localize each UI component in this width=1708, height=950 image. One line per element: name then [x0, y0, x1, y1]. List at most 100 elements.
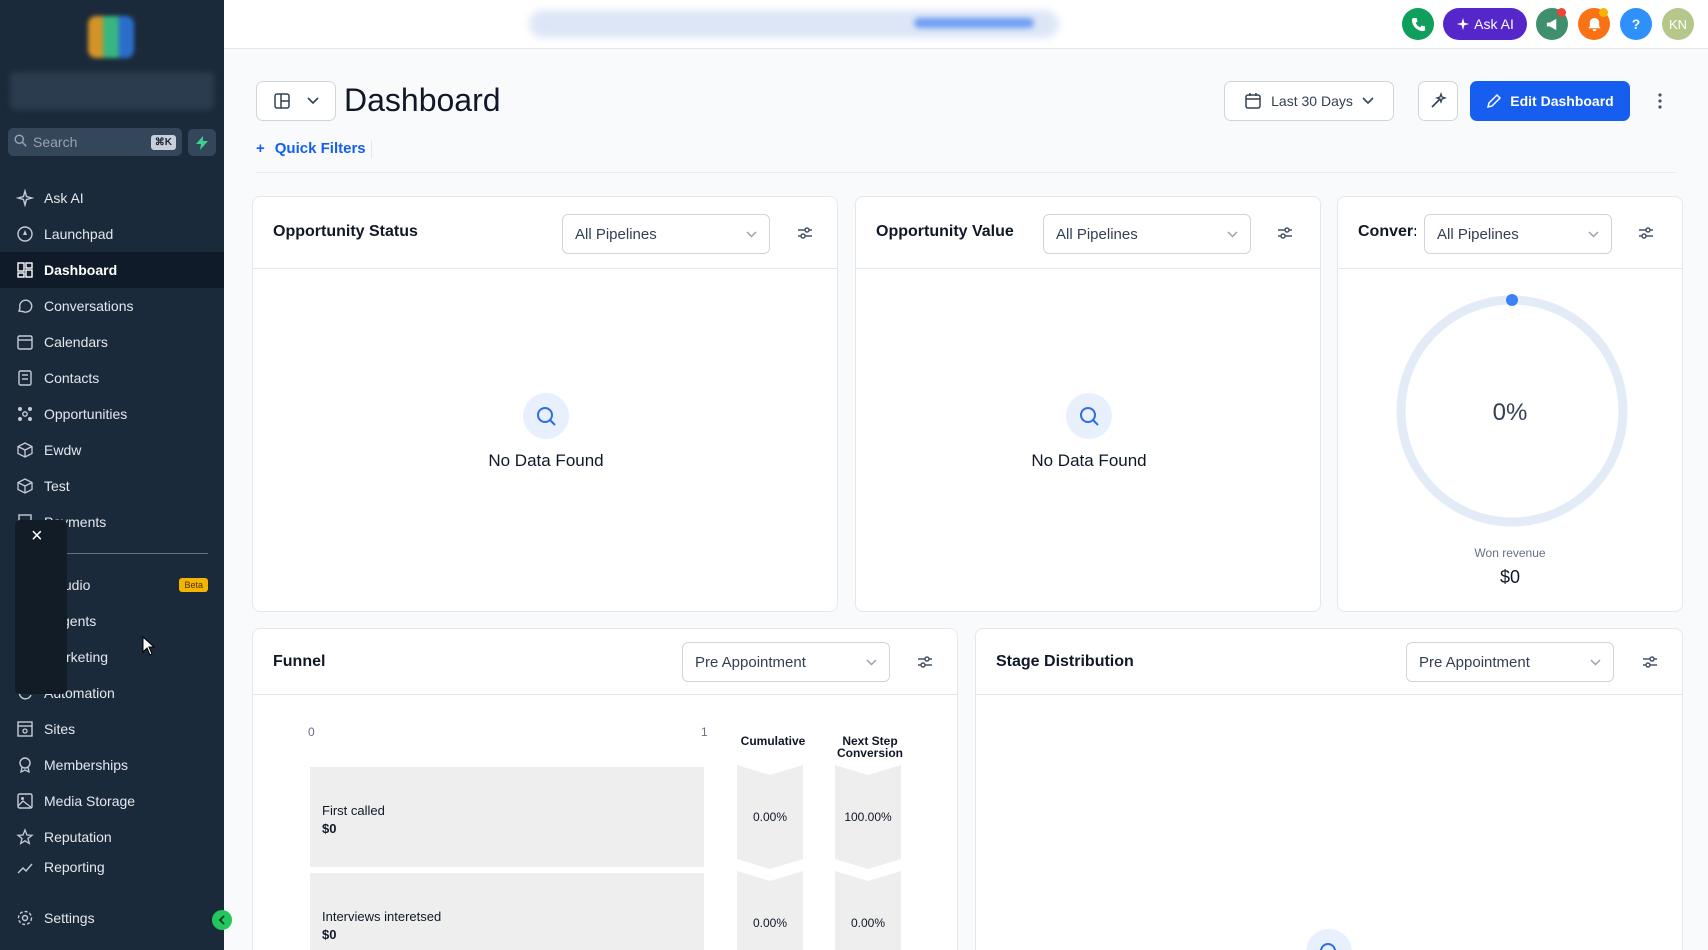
- quick-filters-button[interactable]: + Quick Filters: [256, 140, 366, 157]
- sidebar-item-memberships[interactable]: Memberships: [0, 747, 224, 783]
- help-button[interactable]: ?: [1620, 8, 1652, 40]
- collapse-sidebar-button[interactable]: [212, 910, 232, 930]
- filter-settings-icon[interactable]: [1640, 652, 1660, 672]
- announcement-link[interactable]: [914, 18, 1034, 28]
- sites-icon: [16, 720, 34, 738]
- ai-insights-button[interactable]: [1418, 81, 1458, 121]
- sidebar-item-test[interactable]: Test: [0, 468, 224, 504]
- sidebar-item-calendars[interactable]: Calendars: [0, 324, 224, 360]
- company-logo[interactable]: [88, 16, 134, 58]
- sidebar-item-contacts[interactable]: Contacts: [0, 360, 224, 396]
- sidebar-item-dashboard[interactable]: Dashboard: [0, 252, 224, 288]
- bolt-icon: [196, 135, 208, 150]
- star-icon: [16, 828, 34, 846]
- search-icon: [1066, 393, 1112, 439]
- empty-state-text: No Data Found: [488, 451, 604, 470]
- funnel-stage-bar[interactable]: First called $0: [310, 767, 704, 867]
- widget-title: Opportunity Status: [273, 223, 418, 240]
- empty-state: No Data Found: [446, 393, 646, 471]
- edit-dashboard-label: Edit Dashboard: [1510, 93, 1614, 109]
- user-avatar[interactable]: KN: [1662, 8, 1694, 40]
- sidebar-item-label: Contacts: [44, 370, 100, 386]
- sidebar-item-settings[interactable]: Settings: [0, 900, 224, 936]
- won-revenue-value: $0: [1499, 567, 1521, 587]
- chevron-down-icon: [866, 658, 877, 666]
- sidebar-item-label: Settings: [44, 910, 95, 926]
- sidebar-item-conversations[interactable]: Conversations: [0, 288, 224, 324]
- megaphone-icon: [1546, 18, 1556, 30]
- next-step-cell: 100.00%: [835, 765, 901, 869]
- calendar-icon: [16, 333, 34, 351]
- chevron-down-icon: [1362, 97, 1374, 105]
- funnel-stage-bar[interactable]: Interviews interetsed $0: [310, 873, 704, 950]
- avatar-initials: KN: [1668, 16, 1688, 32]
- help-icon: ?: [1631, 16, 1641, 32]
- widget-header: Conver: All Pipelines: [1338, 197, 1682, 269]
- box-icon: [16, 477, 34, 495]
- stage-value: $0: [322, 821, 337, 836]
- widget-title: Stage Distribution: [996, 653, 1134, 670]
- sidebar-item-label: Reporting: [44, 859, 105, 875]
- pipeline-stage-select[interactable]: Pre Appointment: [1406, 642, 1614, 682]
- next-step-cell: 0.00%: [835, 871, 901, 950]
- notifications-button[interactable]: [1578, 8, 1610, 40]
- search-placeholder: Search: [33, 134, 78, 150]
- chart-icon: [16, 859, 34, 875]
- chevron-down-icon: [1588, 230, 1599, 238]
- filter-settings-icon[interactable]: [795, 223, 815, 243]
- chevron-left-icon: [218, 915, 225, 925]
- search-icon: [14, 134, 27, 150]
- edit-dashboard-button[interactable]: Edit Dashboard: [1470, 81, 1630, 121]
- sidebar-item-label: Memberships: [44, 757, 129, 773]
- ask-ai-button[interactable]: Ask AI: [1443, 8, 1527, 40]
- sidebar-item-label: Calendars: [44, 334, 108, 350]
- sidebar-item-label: Opportunities: [44, 406, 128, 422]
- account-switcher[interactable]: [10, 72, 214, 110]
- empty-state: No Data Found: [989, 393, 1189, 471]
- sidebar-item-sites[interactable]: Sites: [0, 711, 224, 747]
- mouse-cursor-icon: [142, 636, 156, 656]
- date-range-picker[interactable]: Last 30 Days: [1224, 81, 1394, 121]
- sidebar-item-label: Conversations: [44, 298, 134, 314]
- more-options-button[interactable]: [1648, 88, 1672, 114]
- sidebar-item-launchpad[interactable]: Launchpad: [0, 216, 224, 252]
- search-shortcut: ⌘K: [150, 134, 176, 150]
- sidebar-item-ask-ai[interactable]: Ask AI: [0, 180, 224, 216]
- phone-icon: [1411, 17, 1425, 31]
- cumulative-header: Cumulative: [740, 734, 806, 748]
- sidebar-item-opportunities[interactable]: Opportunities: [0, 396, 224, 432]
- chevron-down-icon: [1590, 658, 1601, 666]
- pipeline-select[interactable]: All Pipelines: [562, 214, 770, 254]
- announcements-button[interactable]: [1536, 8, 1568, 40]
- sidebar-item-ewdw[interactable]: Ewdw: [0, 432, 224, 468]
- chevron-down-icon: [1227, 230, 1238, 238]
- layout-switcher-button[interactable]: [256, 81, 336, 121]
- sidebar: Search ⌘K Ask AI Launchpad Dashboard Con…: [0, 0, 232, 950]
- pipeline-select[interactable]: All Pipelines: [1424, 214, 1612, 254]
- sidebar-item-media-storage[interactable]: Media Storage: [0, 783, 224, 819]
- filter-settings-icon[interactable]: [1636, 223, 1656, 243]
- sidebar-search-input[interactable]: Search ⌘K: [8, 128, 182, 156]
- pipeline-stage-select[interactable]: Pre Appointment: [682, 642, 890, 682]
- phone-button[interactable]: [1402, 8, 1434, 40]
- sidebar-item-label: Ewdw: [44, 442, 82, 458]
- widget-title: Funnel: [273, 653, 326, 670]
- filter-settings-icon[interactable]: [915, 652, 935, 672]
- box-icon: [16, 441, 34, 459]
- sidebar-item-label: Ask AI: [44, 190, 84, 206]
- filter-settings-icon[interactable]: [1275, 223, 1295, 243]
- sidebar-item-reporting[interactable]: Reporting: [0, 855, 224, 875]
- ask-ai-label: Ask AI: [1474, 16, 1514, 32]
- close-icon[interactable]: ×: [31, 526, 43, 546]
- chevron-down-icon: [746, 230, 757, 238]
- search-icon: [1306, 929, 1352, 950]
- calendar-icon: [1245, 93, 1261, 109]
- sidebar-item-label: Sites: [44, 721, 76, 737]
- stage-distribution-widget: Stage Distribution Pre Appointment: [975, 628, 1683, 950]
- grid-icon: [16, 261, 34, 279]
- pipeline-select[interactable]: All Pipelines: [1043, 214, 1251, 254]
- opportunity-value-widget: Opportunity Value All Pipelines No Data …: [855, 196, 1321, 612]
- sidebar-item-reputation[interactable]: Reputation: [0, 819, 224, 855]
- quick-action-button[interactable]: [188, 129, 216, 156]
- gear-icon: [16, 909, 34, 927]
